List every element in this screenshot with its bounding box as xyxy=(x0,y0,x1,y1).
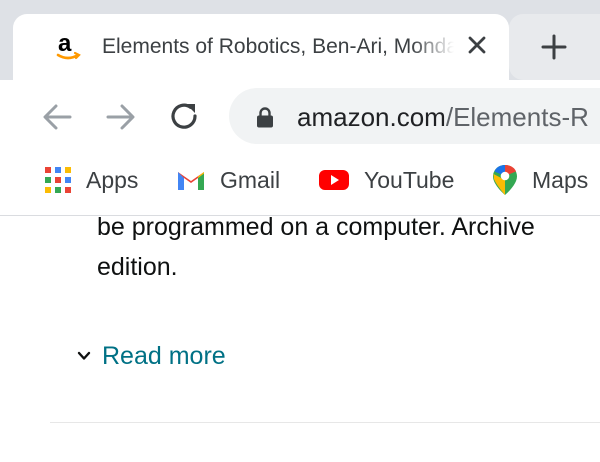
bookmark-label: Gmail xyxy=(220,167,281,193)
bookmark-youtube[interactable]: YouTube xyxy=(318,164,454,196)
read-more-link[interactable]: Read more xyxy=(76,339,226,373)
gmail-icon xyxy=(178,172,204,190)
apps-grid-icon xyxy=(45,167,71,193)
new-tab-button[interactable] xyxy=(509,14,600,80)
svg-text:a: a xyxy=(58,32,72,57)
youtube-icon xyxy=(319,170,349,190)
lock-icon xyxy=(257,107,273,128)
description-line: be programmed on a computer. Archive xyxy=(97,217,535,241)
plus-icon xyxy=(541,34,567,60)
bookmark-maps[interactable]: Maps xyxy=(492,164,588,196)
maps-pin-icon xyxy=(493,165,517,195)
back-arrow-icon[interactable] xyxy=(40,100,74,134)
reload-icon[interactable] xyxy=(168,100,202,134)
bookmark-apps[interactable]: Apps xyxy=(44,164,138,196)
bookmark-label: YouTube xyxy=(364,167,455,193)
url-host: amazon.com xyxy=(297,102,446,132)
bookmark-label: Apps xyxy=(86,167,139,193)
amazon-favicon-icon: a xyxy=(56,32,81,60)
bookmark-label: Maps xyxy=(532,167,589,193)
tab-title: Elements of Robotics, Ben-Ari, Mondada xyxy=(102,35,454,58)
close-tab-icon[interactable] xyxy=(466,34,488,56)
forward-arrow-icon[interactable] xyxy=(104,100,138,134)
address-url[interactable]: amazon.com/Elements-R xyxy=(297,101,589,133)
chevron-down-icon xyxy=(77,351,91,360)
product-description: be programmed on a computer. Archive edi… xyxy=(97,217,600,287)
page-content: be programmed on a computer. Archive edi… xyxy=(0,217,600,462)
url-path: /Elements-R xyxy=(445,102,589,132)
bookmark-gmail[interactable]: Gmail xyxy=(176,164,280,196)
read-more-label: Read more xyxy=(102,342,226,370)
section-divider xyxy=(50,422,600,423)
description-line: edition. xyxy=(97,253,178,281)
